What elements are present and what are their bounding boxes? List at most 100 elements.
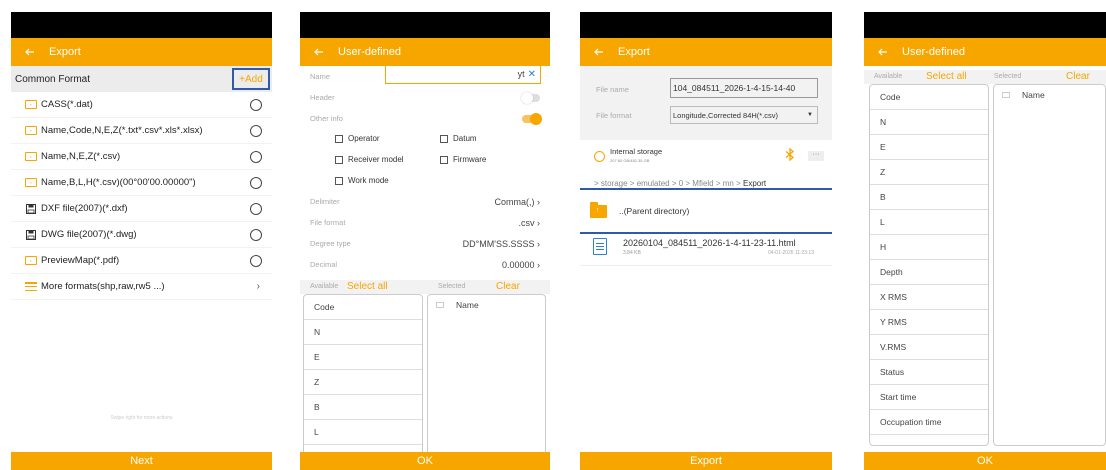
ok-button[interactable]: OK: [300, 452, 550, 470]
decimal-value: 0.00000 ›: [501, 259, 540, 270]
delimiter-label: Delimiter: [310, 197, 340, 206]
firmware-checkbox[interactable]: Firmware: [440, 155, 486, 164]
more-button[interactable]: ···: [808, 151, 824, 161]
available-field-item[interactable]: Depth: [870, 260, 988, 285]
file-format-value: .csv ›: [518, 217, 540, 228]
clear-button[interactable]: Clear: [1066, 71, 1090, 82]
back-arrow-icon[interactable]: [23, 38, 37, 66]
available-field-item[interactable]: H: [870, 235, 988, 260]
datum-checkbox[interactable]: Datum: [440, 134, 477, 143]
back-arrow-icon[interactable]: [876, 38, 890, 66]
format-option[interactable]: ▪ Name,N,E,Z(*.csv): [11, 144, 272, 170]
available-field-item[interactable]: Y RMS: [870, 310, 988, 335]
format-option[interactable]: ▪ PreviewMap(*.pdf): [11, 248, 272, 274]
available-field-item[interactable]: Start time: [870, 385, 988, 410]
available-field-item[interactable]: L: [870, 210, 988, 235]
other-info-toggle[interactable]: [522, 112, 542, 125]
available-field-item[interactable]: E: [304, 345, 422, 370]
back-arrow-icon[interactable]: [592, 38, 606, 66]
clear-button[interactable]: Clear: [496, 281, 520, 292]
back-arrow-icon[interactable]: [312, 38, 326, 66]
menu-icon: [25, 282, 37, 291]
storage-selector[interactable]: Internal storage 207.60 GB/482.35 GB ···: [592, 143, 828, 169]
format-option[interactable]: DWG file(2007)(*.dwg): [11, 222, 272, 248]
available-field-item[interactable]: L: [304, 420, 422, 445]
format-option[interactable]: DXF file(2007)(*.dxf): [11, 196, 272, 222]
breadcrumb-current[interactable]: Export: [743, 179, 766, 188]
decimal-row[interactable]: Decimal 0.00000 ›: [300, 254, 550, 275]
available-field-item[interactable]: N: [304, 320, 422, 345]
format-label: Name,Code,N,E,Z(*.txt*.csv*.xls*.xlsx): [41, 125, 203, 136]
receiver-model-checkbox[interactable]: Receiver model: [335, 155, 404, 164]
available-field-item[interactable]: E: [870, 135, 988, 160]
available-field-item[interactable]: Occupation time: [870, 410, 988, 435]
format-option[interactable]: ▪ Name,Code,N,E,Z(*.txt*.csv*.xls*.xlsx): [11, 118, 272, 144]
selected-field-item[interactable]: Name: [1002, 90, 1045, 100]
available-fields-list: Code N E Z B L: [303, 294, 423, 464]
available-field-item[interactable]: B: [304, 395, 422, 420]
degree-type-value: DD°MM'SS.SSSS ›: [462, 238, 540, 249]
select-all-button[interactable]: Select all: [347, 281, 388, 292]
selected-field-item[interactable]: Name: [436, 300, 479, 310]
work-mode-label: Work mode: [348, 176, 389, 185]
available-field-item[interactable]: V.RMS: [870, 335, 988, 360]
radio-button[interactable]: [250, 98, 262, 111]
degree-type-row[interactable]: Degree type DD°MM'SS.SSSS ›: [300, 233, 550, 254]
selected-field-label: Name: [1022, 90, 1045, 100]
parent-directory-label: ..(Parent directory): [619, 206, 690, 216]
selected-fields-list: Name: [427, 294, 546, 464]
select-all-button[interactable]: Select all: [926, 71, 967, 82]
radio-button[interactable]: [250, 150, 262, 163]
format-label: DXF file(2007)(*.dxf): [41, 203, 128, 214]
radio-button[interactable]: [250, 254, 262, 267]
parent-directory-row[interactable]: ↑ ..(Parent directory): [580, 188, 832, 234]
file-format-select[interactable]: Longitude,Corrected 84H(*.csv) ▼: [670, 106, 818, 124]
more-formats-option[interactable]: More formats(shp,raw,rw5 ...) ›: [11, 274, 272, 300]
page-title: Export: [49, 46, 81, 58]
available-field-item[interactable]: Code: [304, 295, 422, 320]
available-field-item[interactable]: X RMS: [870, 285, 988, 310]
available-field-item[interactable]: Code: [870, 85, 988, 110]
name-input[interactable]: yt ✕: [385, 64, 541, 84]
header-toggle[interactable]: [521, 91, 540, 104]
header-label: Header: [310, 93, 335, 102]
work-mode-checkbox[interactable]: Work mode: [335, 176, 389, 185]
file-format-row[interactable]: File format .csv ›: [300, 212, 550, 233]
delimiter-row[interactable]: Delimiter Comma(,) ›: [300, 191, 550, 212]
available-field-item[interactable]: Status: [870, 360, 988, 385]
add-format-button[interactable]: +Add: [232, 68, 270, 90]
common-format-header: Common Format +Add: [11, 66, 272, 92]
clear-icon[interactable]: ✕: [528, 69, 536, 80]
export-button[interactable]: Export: [580, 452, 832, 470]
file-format-label: File format: [310, 218, 346, 227]
radio-button[interactable]: [250, 202, 262, 215]
app-bar: Export: [11, 38, 272, 66]
operator-checkbox[interactable]: Operator: [335, 134, 380, 143]
name-value: yt: [517, 69, 525, 79]
available-field-item[interactable]: B: [870, 185, 988, 210]
export-settings-panel: File name 104_084511_2026-1-4-15-14-40 F…: [580, 66, 832, 140]
status-bar: [580, 12, 832, 38]
next-button[interactable]: Next: [11, 452, 272, 470]
bluetooth-icon[interactable]: [785, 147, 796, 164]
format-option[interactable]: ▪ CASS(*.dat): [11, 92, 272, 118]
radio-button[interactable]: [250, 228, 262, 241]
selected-field-label: Name: [456, 300, 479, 310]
storage-size: 207.60 GB/482.35 GB: [610, 158, 650, 163]
receiver-model-label: Receiver model: [348, 155, 404, 164]
file-list-item[interactable]: 20260104_084511_2026-1-4-11-23-11.html 3…: [580, 234, 832, 266]
swipe-hint: Swipe right for more actions: [110, 415, 173, 421]
operator-label: Operator: [348, 134, 380, 143]
radio-button[interactable]: [250, 124, 262, 137]
available-field-item[interactable]: Z: [304, 370, 422, 395]
available-field-item[interactable]: N: [870, 110, 988, 135]
breadcrumb-path[interactable]: > storage > emulated > 0 > Mfield > mn >: [594, 179, 741, 188]
ok-button[interactable]: OK: [864, 452, 1106, 470]
degree-type-label: Degree type: [310, 239, 351, 248]
format-option[interactable]: ▪ Name,B,L,H(*.csv)(00°00'00.00000"): [11, 170, 272, 196]
available-field-item[interactable]: Z: [870, 160, 988, 185]
file-icon: ▪: [25, 100, 37, 109]
radio-button[interactable]: [250, 176, 262, 189]
file-name-input[interactable]: 104_084511_2026-1-4-15-14-40: [670, 78, 818, 98]
format-label: DWG file(2007)(*.dwg): [41, 229, 137, 240]
